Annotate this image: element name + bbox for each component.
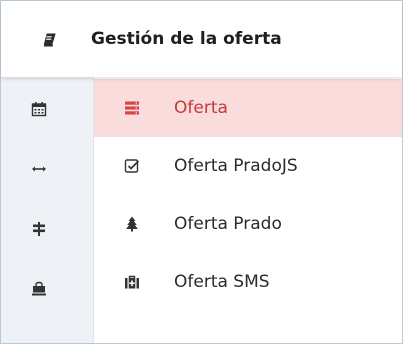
menu-item-label: Oferta PradoJS — [174, 156, 298, 176]
app-frame: Gestión de la oferta Oferta Oferta Prado… — [0, 0, 403, 344]
icon-rail — [1, 77, 94, 343]
menu-item-label: Oferta — [174, 98, 228, 118]
checkbox-icon — [124, 158, 140, 174]
rail-item-calendar[interactable] — [1, 79, 93, 139]
tree-icon — [124, 216, 140, 232]
rail-item-arrows[interactable] — [1, 139, 93, 199]
menu-item-oferta[interactable]: Oferta — [94, 79, 402, 137]
medkit-icon — [124, 274, 140, 290]
arrows-horizontal-icon — [32, 166, 46, 172]
rail-item-bag[interactable] — [1, 259, 93, 319]
rail-item-signpost[interactable] — [1, 199, 93, 259]
page-title: Gestión de la oferta — [91, 29, 282, 49]
menu-item-oferta-sms[interactable]: Oferta SMS — [94, 253, 402, 311]
menu-item-label: Oferta SMS — [174, 272, 270, 292]
menu-item-label: Oferta Prado — [174, 214, 282, 234]
bag-icon — [32, 281, 46, 296]
menu-item-oferta-prado[interactable]: Oferta Prado — [94, 195, 402, 253]
header: Gestión de la oferta — [1, 1, 402, 77]
server-list-icon — [124, 100, 140, 116]
book-icon — [41, 32, 57, 48]
menu-item-oferta-pradojs[interactable]: Oferta PradoJS — [94, 137, 402, 195]
submenu-panel: Oferta Oferta PradoJS Oferta Prado Ofert… — [94, 77, 402, 343]
calendar-icon — [31, 102, 47, 117]
signpost-icon — [33, 222, 45, 236]
